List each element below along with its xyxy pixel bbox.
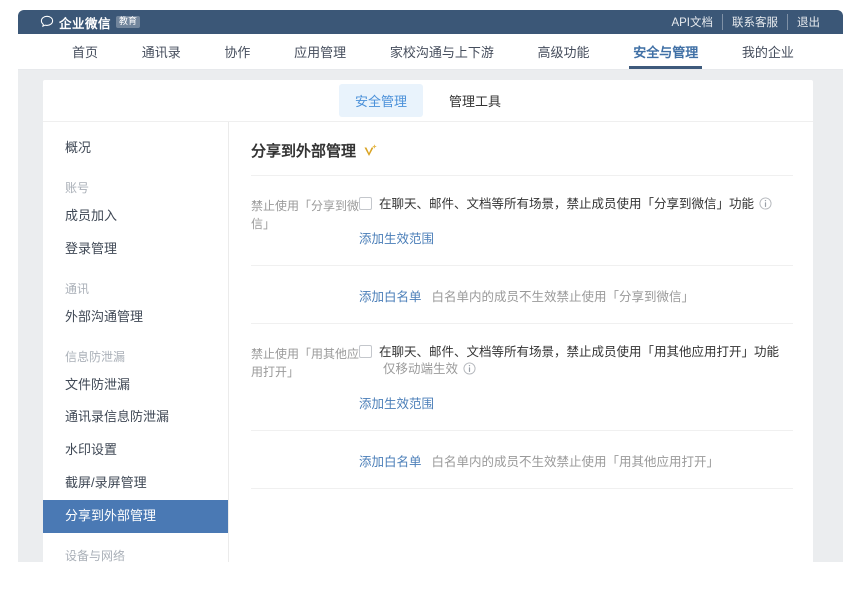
settings-sidebar: 概况 账号 成员加入 登录管理 通讯 外部沟通管理 信息防泄漏 文件防泄漏 通讯… bbox=[43, 122, 229, 562]
whitelist-note: 白名单内的成员不生效禁止使用「用其他应用打开」 bbox=[432, 455, 720, 469]
tab-management-tools[interactable]: 管理工具 bbox=[433, 84, 517, 117]
app-title: 企业微信 bbox=[59, 13, 111, 32]
whitelist-share-to-wechat: 添加白名单白名单内的成员不生效禁止使用「分享到微信」 bbox=[251, 266, 793, 323]
nav-item-home[interactable]: 首页 bbox=[68, 34, 102, 69]
add-whitelist-link[interactable]: 添加白名单 bbox=[359, 286, 422, 305]
open-with-other-app-checkbox[interactable] bbox=[359, 345, 372, 358]
setting-open-with-other-app: 禁止使用「用其他应用打开」 在聊天、邮件、文档等所有场景，禁止成员使用「用其他应… bbox=[251, 324, 793, 430]
sub-tabs: 安全管理 管理工具 bbox=[43, 80, 813, 122]
edition-badge: 教育 bbox=[116, 16, 140, 28]
nav-item-collaboration[interactable]: 协作 bbox=[220, 34, 254, 69]
sidebar-item-login-management[interactable]: 登录管理 bbox=[43, 233, 228, 266]
logout-link[interactable]: 退出 bbox=[787, 14, 829, 30]
page-body: 安全管理 管理工具 概况 账号 成员加入 登录管理 通讯 外部沟通管理 信息防泄… bbox=[18, 70, 843, 562]
whitelist-note: 白名单内的成员不生效禁止使用「分享到微信」 bbox=[432, 290, 695, 304]
info-icon[interactable] bbox=[463, 362, 476, 381]
sidebar-group-device-network: 设备与网络 bbox=[43, 533, 228, 562]
settings-card: 安全管理 管理工具 概况 账号 成员加入 登录管理 通讯 外部沟通管理 信息防泄… bbox=[43, 80, 813, 562]
api-docs-link[interactable]: API文档 bbox=[662, 14, 722, 30]
page-title: 分享到外部管理 bbox=[251, 140, 356, 161]
top-bar: 企业微信 教育 API文档 联系客服 退出 bbox=[18, 10, 843, 34]
nav-item-app-management[interactable]: 应用管理 bbox=[290, 34, 350, 69]
admin-console-page: 企业微信 教育 API文档 联系客服 退出 首页 通讯录 协作 应用管理 家校沟… bbox=[18, 10, 843, 562]
whitelist-open-with-other-app: 添加白名单白名单内的成员不生效禁止使用「用其他应用打开」 bbox=[251, 431, 793, 488]
nav-item-contacts[interactable]: 通讯录 bbox=[138, 34, 185, 69]
nav-item-school-communication[interactable]: 家校沟通与上下游 bbox=[386, 34, 498, 69]
mobile-only-note: 仅移动端生效 bbox=[383, 362, 458, 376]
add-whitelist-link[interactable]: 添加白名单 bbox=[359, 451, 422, 470]
main-nav: 首页 通讯录 协作 应用管理 家校沟通与上下游 高级功能 安全与管理 我的企业 bbox=[18, 34, 843, 70]
contact-support-link[interactable]: 联系客服 bbox=[722, 14, 787, 30]
add-effective-scope-link[interactable]: 添加生效范围 bbox=[359, 228, 434, 247]
sidebar-item-contacts-leak-prevention[interactable]: 通讯录信息防泄漏 bbox=[43, 401, 228, 434]
premium-v-icon bbox=[362, 143, 378, 159]
divider bbox=[251, 488, 793, 489]
setting-label: 禁止使用「分享到微信」 bbox=[251, 196, 359, 247]
share-to-wechat-checkbox[interactable] bbox=[359, 197, 372, 210]
nav-item-advanced-features[interactable]: 高级功能 bbox=[534, 34, 594, 69]
sidebar-item-watermark-settings[interactable]: 水印设置 bbox=[43, 434, 228, 467]
sidebar-group-info-leak-prevention: 信息防泄漏 bbox=[43, 334, 228, 369]
nav-item-my-company[interactable]: 我的企业 bbox=[738, 34, 798, 69]
sidebar-item-file-leak-prevention[interactable]: 文件防泄漏 bbox=[43, 369, 228, 402]
sidebar-item-external-communication[interactable]: 外部沟通管理 bbox=[43, 301, 228, 334]
sidebar-item-member-join[interactable]: 成员加入 bbox=[43, 200, 228, 233]
nav-item-security-management[interactable]: 安全与管理 bbox=[629, 34, 702, 69]
brand-logo[interactable]: 企业微信 教育 bbox=[40, 13, 140, 32]
main-content: 分享到外部管理 禁止使用「分享到微信」 bbox=[229, 122, 813, 562]
sidebar-item-overview[interactable]: 概况 bbox=[43, 132, 228, 165]
sidebar-group-account: 账号 bbox=[43, 165, 228, 200]
sidebar-item-screenshot-recording[interactable]: 截屏/录屏管理 bbox=[43, 467, 228, 500]
top-links: API文档 联系客服 退出 bbox=[662, 14, 829, 30]
sidebar-item-share-external[interactable]: 分享到外部管理 bbox=[43, 500, 228, 533]
tab-security-management[interactable]: 安全管理 bbox=[339, 84, 423, 117]
checkbox-description: 在聊天、邮件、文档等所有场景，禁止成员使用「用其他应用打开」功能 bbox=[379, 345, 779, 359]
sidebar-group-communication: 通讯 bbox=[43, 266, 228, 301]
checkbox-description: 在聊天、邮件、文档等所有场景，禁止成员使用「分享到微信」功能 bbox=[379, 197, 754, 211]
setting-label: 禁止使用「用其他应用打开」 bbox=[251, 344, 359, 412]
setting-share-to-wechat: 禁止使用「分享到微信」 在聊天、邮件、文档等所有场景，禁止成员使用「分享到微信」… bbox=[251, 176, 793, 265]
add-effective-scope-link[interactable]: 添加生效范围 bbox=[359, 393, 434, 412]
wechat-work-bubble-icon bbox=[40, 15, 54, 29]
info-icon[interactable] bbox=[759, 197, 772, 216]
